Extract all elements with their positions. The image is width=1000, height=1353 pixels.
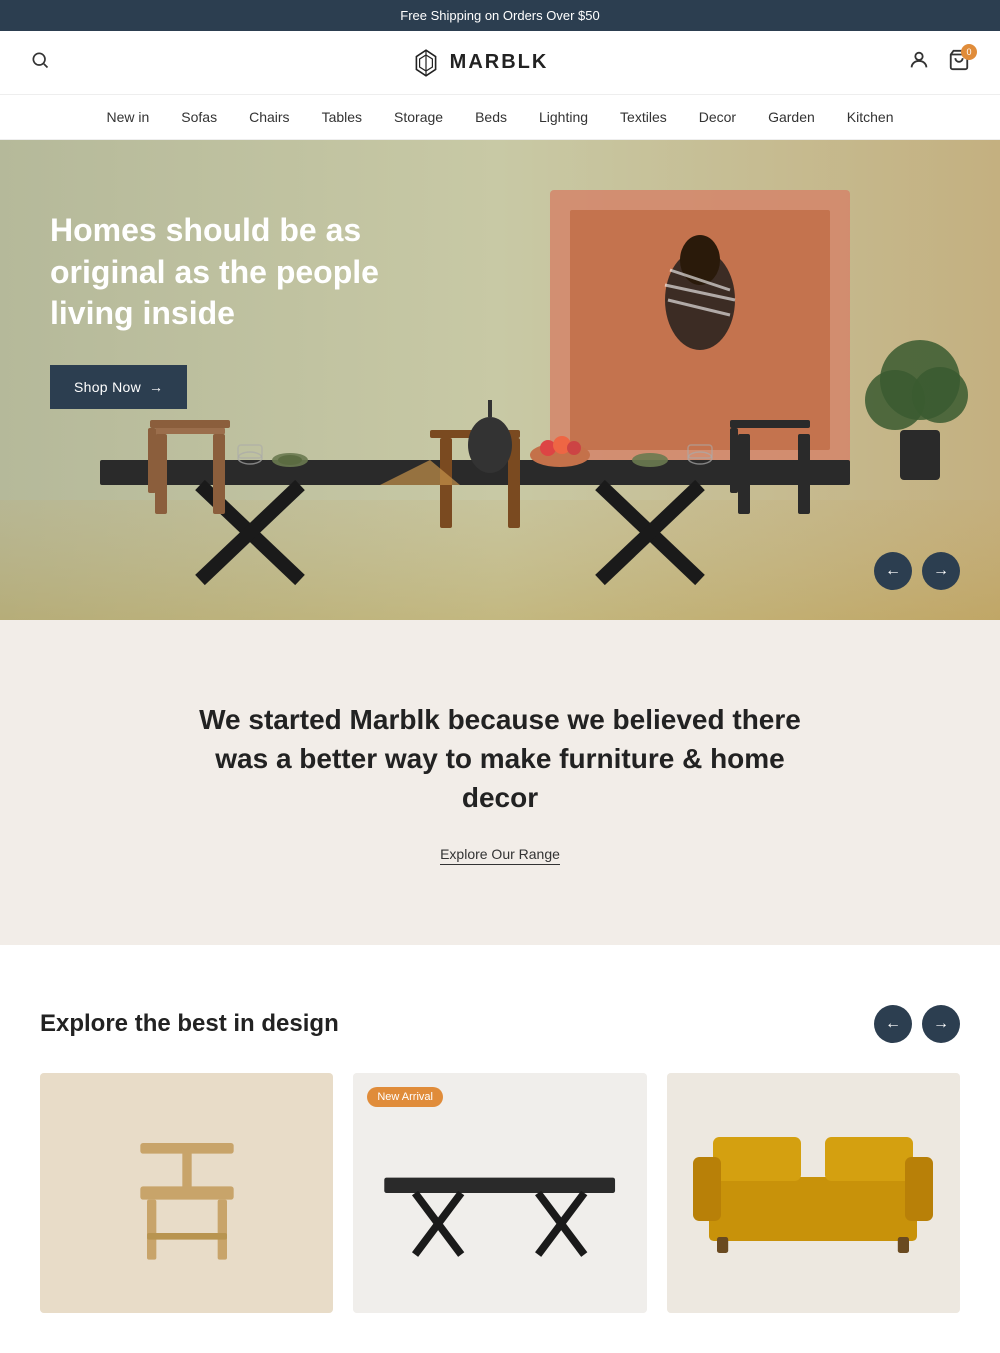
nav-item-lighting[interactable]: Lighting (539, 109, 588, 125)
product-grid: New Arrival (40, 1073, 960, 1313)
product-card-3[interactable] (667, 1073, 960, 1313)
logo-icon (410, 47, 442, 79)
product-card-1[interactable] (40, 1073, 333, 1313)
account-button[interactable] (908, 49, 930, 77)
logo-area[interactable]: MARBLK (410, 47, 549, 79)
nav-item-textiles[interactable]: Textiles (620, 109, 667, 125)
cart-button[interactable]: 0 (948, 49, 970, 77)
explore-range-link[interactable]: Explore Our Range (440, 846, 560, 865)
product-card-2[interactable]: New Arrival (353, 1073, 646, 1313)
nav-item-beds[interactable]: Beds (475, 109, 507, 125)
nav-item-decor[interactable]: Decor (699, 109, 736, 125)
product-card-3-image (667, 1073, 960, 1313)
shop-now-button[interactable]: Shop Now → (50, 365, 187, 409)
sofa-svg (693, 1103, 933, 1283)
new-arrival-badge: New Arrival (367, 1087, 443, 1107)
shop-now-arrow: → (149, 379, 163, 395)
account-icon (908, 49, 930, 71)
design-section: Explore the best in design ← → (0, 945, 1000, 1353)
about-headline: We started Marblk because we believed th… (180, 700, 820, 818)
hero-prev-button[interactable]: ← (874, 552, 912, 590)
nav-item-storage[interactable]: Storage (394, 109, 443, 125)
nav-item-sofas[interactable]: Sofas (181, 109, 217, 125)
top-banner: Free Shipping on Orders Over $50 (0, 0, 1000, 31)
nav-item-garden[interactable]: Garden (768, 109, 815, 125)
table-svg (353, 1093, 646, 1293)
nav-item-new-in[interactable]: New in (106, 109, 149, 125)
design-next-button[interactable]: → (922, 1005, 960, 1043)
cart-badge: 0 (961, 44, 977, 60)
design-next-icon: → (933, 1015, 949, 1033)
shop-now-label: Shop Now (74, 379, 141, 395)
product-card-2-image: New Arrival (353, 1073, 646, 1313)
nav-item-tables[interactable]: Tables (322, 109, 362, 125)
header-left (30, 50, 50, 76)
search-button[interactable] (30, 50, 50, 76)
header: MARBLK 0 (0, 31, 1000, 95)
search-icon (30, 50, 50, 70)
hero-prev-icon: ← (885, 562, 901, 580)
hero-headline: Homes should be as original as the peopl… (50, 210, 450, 335)
about-section: We started Marblk because we believed th… (0, 620, 1000, 945)
main-nav: New in Sofas Chairs Tables Storage Beds … (0, 95, 1000, 140)
nav-item-chairs[interactable]: Chairs (249, 109, 289, 125)
hero-text-block: Homes should be as original as the peopl… (50, 210, 450, 409)
chair-svg (87, 1093, 287, 1293)
logo-text: MARBLK (450, 51, 549, 74)
hero-carousel-nav: ← → (874, 552, 960, 590)
product-card-1-image (40, 1073, 333, 1313)
design-section-header: Explore the best in design ← → (40, 1005, 960, 1043)
design-prev-button[interactable]: ← (874, 1005, 912, 1043)
design-prev-icon: ← (885, 1015, 901, 1033)
header-right: 0 (908, 49, 970, 77)
banner-text: Free Shipping on Orders Over $50 (400, 8, 599, 23)
design-section-heading: Explore the best in design (40, 1010, 339, 1038)
hero-next-button[interactable]: → (922, 552, 960, 590)
nav-item-kitchen[interactable]: Kitchen (847, 109, 894, 125)
hero-section: Homes should be as original as the peopl… (0, 140, 1000, 620)
hero-next-icon: → (933, 562, 949, 580)
design-carousel-nav: ← → (874, 1005, 960, 1043)
